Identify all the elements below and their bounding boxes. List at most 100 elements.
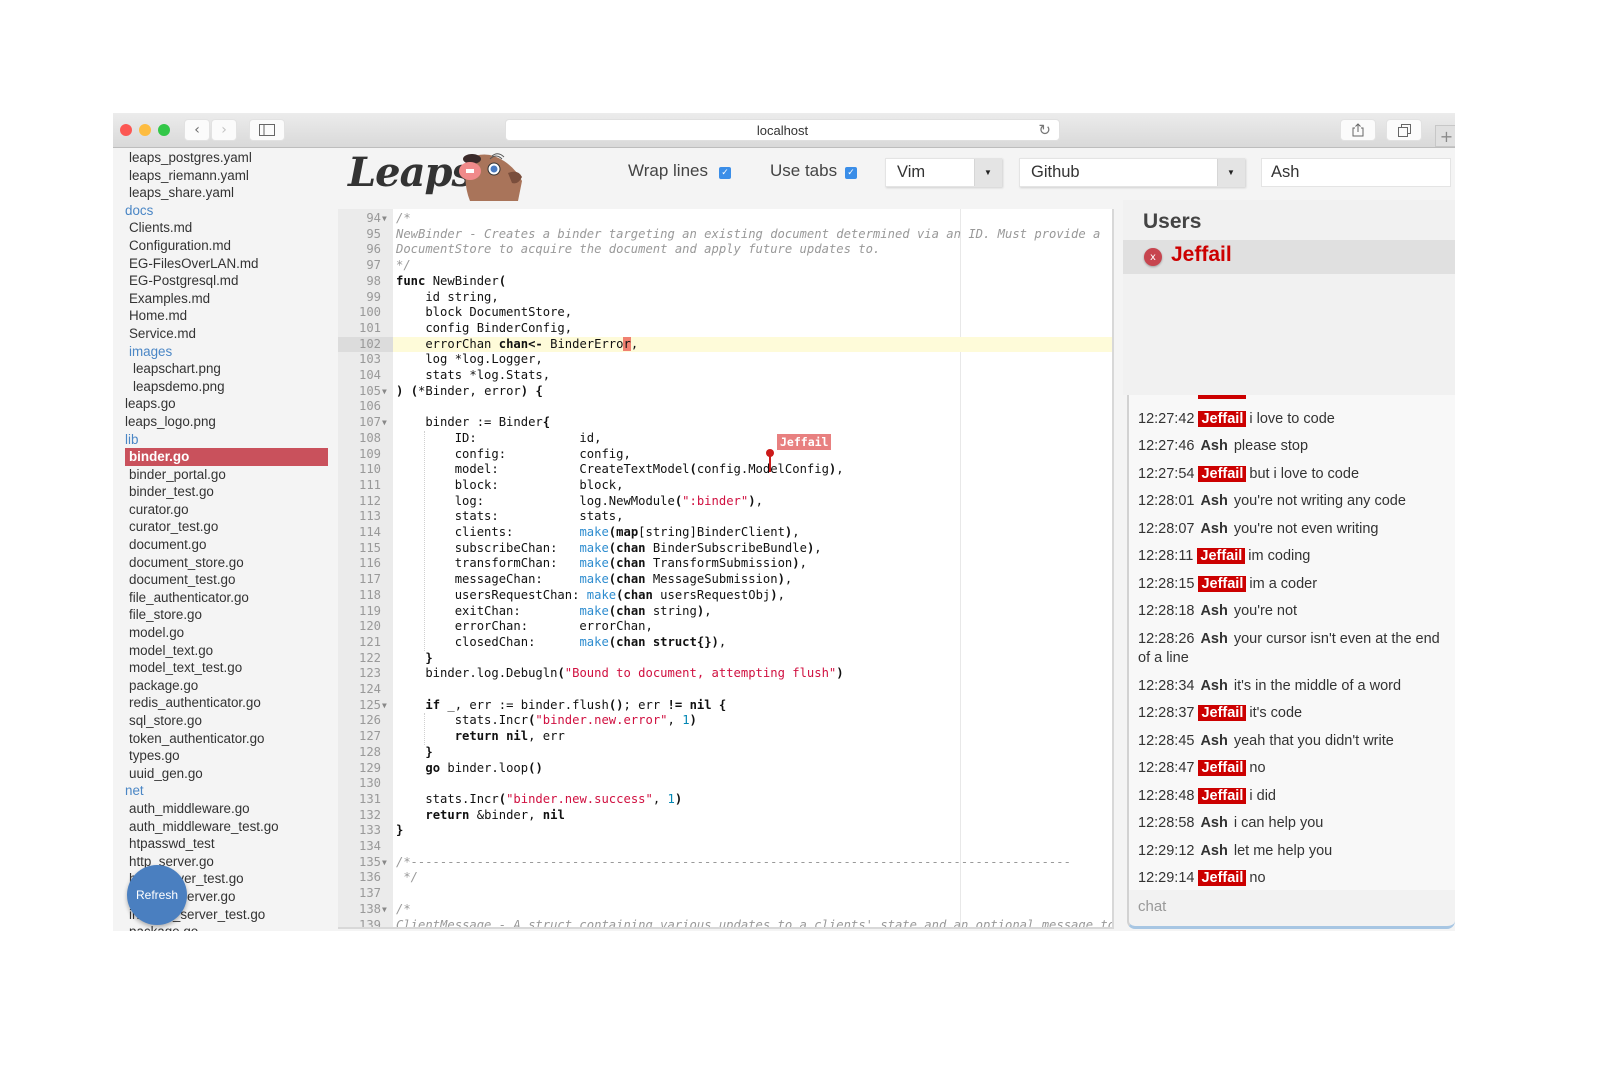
chevron-down-icon[interactable]: ▼ <box>1217 159 1244 186</box>
file-item[interactable]: leaps_riemann.yaml <box>113 167 331 185</box>
sidebar-toggle-button[interactable] <box>249 119 285 141</box>
file-item[interactable]: EG-FilesOverLAN.md <box>113 255 331 273</box>
file-item-selected[interactable]: binder.go <box>125 448 328 466</box>
file-item[interactable]: model_text_test.go <box>113 659 331 677</box>
file-item[interactable]: Clients.md <box>113 219 331 237</box>
fold-toggle-icon[interactable]: ▼ <box>382 384 387 400</box>
code-line[interactable]: 106 <box>338 399 1112 415</box>
file-item[interactable]: Configuration.md <box>113 237 331 255</box>
file-item[interactable]: Examples.md <box>113 290 331 308</box>
code-line[interactable]: 128 } <box>338 745 1112 761</box>
code-line[interactable]: 127 return nil, err <box>338 729 1112 745</box>
new-tab-button[interactable]: + <box>1435 125 1455 147</box>
code-line[interactable]: 136 */ <box>338 870 1112 886</box>
code-line[interactable]: 102 errorChan chan<- BinderError, <box>338 336 1112 353</box>
minimize-window-button[interactable] <box>139 124 151 136</box>
file-item[interactable]: uuid_gen.go <box>113 765 331 783</box>
folder-item[interactable]: images <box>113 343 331 361</box>
username-input[interactable]: Ash <box>1261 158 1451 187</box>
code-line[interactable]: 134 <box>338 839 1112 855</box>
code-line[interactable]: 110 model: CreateTextModel(config.ModelC… <box>338 462 1112 478</box>
code-line[interactable]: 116 transformChan: make(chan TransformSu… <box>338 556 1112 572</box>
file-item[interactable]: file_authenticator.go <box>113 589 331 607</box>
back-button[interactable]: ‹ <box>184 119 210 141</box>
code-line[interactable]: 100 block DocumentStore, <box>338 305 1112 321</box>
chat-log[interactable]: 12:27:36Jeffaili love to code12:27:42Jef… <box>1127 395 1455 890</box>
code-line[interactable]: 132 return &binder, nil <box>338 808 1112 824</box>
reload-icon[interactable]: ↻ <box>1038 121 1051 139</box>
fold-toggle-icon[interactable]: ▼ <box>382 415 387 431</box>
fold-toggle-icon[interactable]: ▼ <box>382 211 387 227</box>
maximize-window-button[interactable] <box>158 124 170 136</box>
code-line[interactable]: 109 config: config, <box>338 447 1112 463</box>
use-tabs-checkbox[interactable]: ✓ <box>845 167 857 179</box>
code-line[interactable]: 139 ClientMessage - A struct containing v… <box>338 918 1112 928</box>
code-line[interactable]: 98 func NewBinder( <box>338 274 1112 290</box>
fold-toggle-icon[interactable]: ▼ <box>382 698 387 714</box>
code-line[interactable]: 96 DocumentStore to acquire the document … <box>338 242 1112 258</box>
code-line[interactable]: 112 log: log.NewModule(":binder"), <box>338 494 1112 510</box>
code-line[interactable]: 133} <box>338 823 1112 839</box>
address-bar[interactable]: localhost ↻ <box>505 119 1060 141</box>
code-line[interactable]: 124 <box>338 682 1112 698</box>
code-line[interactable]: 95 NewBinder - Creates a binder targeting… <box>338 227 1112 243</box>
share-button[interactable] <box>1340 119 1376 141</box>
wrap-lines-checkbox[interactable]: ✓ <box>719 167 731 179</box>
keymap-select[interactable]: Vim ▼ <box>885 158 1002 187</box>
file-item[interactable]: leapschart.png <box>113 360 331 378</box>
theme-select[interactable]: Github ▼ <box>1019 158 1245 187</box>
code-line[interactable]: 101 config BinderConfig, <box>338 321 1112 337</box>
code-line[interactable]: 137 <box>338 886 1112 902</box>
file-item[interactable]: leapsdemo.png <box>113 378 331 396</box>
code-line[interactable]: 120 errorChan: errorChan, <box>338 619 1112 635</box>
code-line[interactable]: 114 clients: make(map[string]BinderClien… <box>338 525 1112 541</box>
code-line[interactable]: 115 subscribeChan: make(chan BinderSubsc… <box>338 541 1112 557</box>
show-tabs-button[interactable] <box>1386 119 1422 141</box>
forward-button[interactable]: › <box>211 119 237 141</box>
close-window-button[interactable] <box>120 124 132 136</box>
code-line[interactable]: 104 stats *log.Stats, <box>338 368 1112 384</box>
file-item[interactable]: auth_middleware_test.go <box>113 818 331 836</box>
file-item[interactable]: EG-Postgresql.md <box>113 272 331 290</box>
fold-toggle-icon[interactable]: ▼ <box>382 855 387 871</box>
file-item[interactable]: Home.md <box>113 307 331 325</box>
code-line[interactable]: 99 id string, <box>338 290 1112 306</box>
code-line[interactable]: 107 ▼ binder := Binder{ <box>338 415 1112 431</box>
fold-toggle-icon[interactable]: ▼ <box>382 902 387 918</box>
code-line[interactable]: 131 stats.Incr("binder.new.success", 1) <box>338 792 1112 808</box>
file-item[interactable]: leaps_share.yaml <box>113 184 331 202</box>
file-item[interactable]: leaps_logo.png <box>113 413 331 431</box>
file-item[interactable]: document_store.go <box>113 554 331 572</box>
file-item[interactable]: htpasswd_test <box>113 835 331 853</box>
code-line[interactable]: 126 stats.Incr("binder.new.error", 1) <box>338 713 1112 729</box>
file-item[interactable]: model_text.go <box>113 642 331 660</box>
code-line[interactable]: 130 <box>338 776 1112 792</box>
chat-input[interactable]: chat <box>1127 890 1455 929</box>
file-item[interactable]: package.go <box>113 677 331 695</box>
code-line[interactable]: 121 closedChan: make(chan struct{}), <box>338 635 1112 651</box>
file-item[interactable]: token_authenticator.go <box>113 730 331 748</box>
file-item[interactable]: document.go <box>113 536 331 554</box>
file-item[interactable]: Service.md <box>113 325 331 343</box>
file-item[interactable]: auth_middleware.go <box>113 800 331 818</box>
code-line[interactable]: 105 ▼) (*Binder, error) { <box>338 384 1112 400</box>
close-icon[interactable]: x <box>1144 248 1162 266</box>
chevron-down-icon[interactable]: ▼ <box>974 159 1001 186</box>
code-line[interactable]: 118 usersRequestChan: make(chan usersReq… <box>338 588 1112 604</box>
file-item[interactable]: sql_store.go <box>113 712 331 730</box>
file-item[interactable]: curator_test.go <box>113 518 331 536</box>
code-line[interactable]: 113 stats: stats, <box>338 509 1112 525</box>
file-item[interactable]: package.go <box>113 923 331 931</box>
code-editor[interactable]: 94 ▼/* 95 NewBinder - Creates a binder targ… <box>338 209 1114 929</box>
code-line[interactable]: 94 ▼ /* <box>338 211 1112 227</box>
code-line[interactable]: 108 ID: id, <box>338 431 1112 447</box>
code-line[interactable]: 122 } <box>338 651 1112 667</box>
code-line[interactable]: 97 */ <box>338 258 1112 274</box>
file-item[interactable]: file_store.go <box>113 606 331 624</box>
folder-item[interactable]: net <box>113 782 331 800</box>
refresh-button[interactable]: Refresh <box>127 865 187 925</box>
file-item[interactable]: binder_portal.go <box>113 466 331 484</box>
code-line[interactable]: 111 block: block, <box>338 478 1112 494</box>
code-line[interactable]: 129 go binder.loop() <box>338 761 1112 777</box>
code-line[interactable]: 119 exitChan: make(chan string), <box>338 604 1112 620</box>
